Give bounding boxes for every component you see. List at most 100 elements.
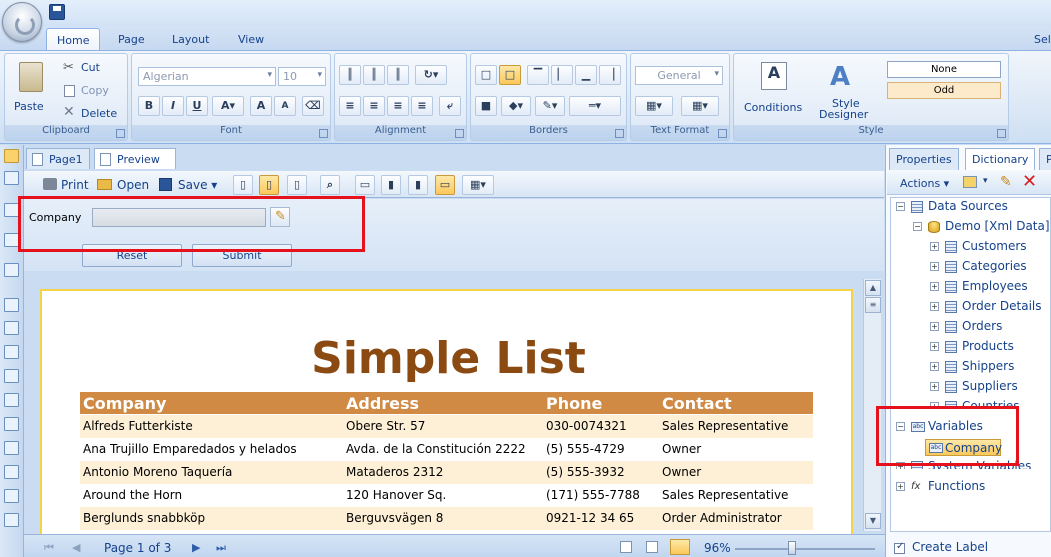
grow-font-button[interactable]: A — [250, 96, 272, 116]
font-size-select[interactable]: 10 — [278, 67, 326, 86]
tree-employees[interactable]: + Employees — [930, 279, 1048, 295]
shape-tool-icon[interactable] — [4, 393, 19, 407]
word-wrap-icon[interactable]: ⤶ — [439, 96, 461, 116]
last-page-icon[interactable]: ⏭ — [216, 541, 226, 555]
conditions-button[interactable]: Conditions — [744, 101, 802, 114]
single-page-icon[interactable]: ▯ — [233, 175, 253, 195]
format-select[interactable]: General — [635, 66, 723, 85]
underline-button[interactable]: U — [186, 96, 208, 116]
next-page-icon[interactable]: ▶ — [192, 541, 200, 554]
tab-page[interactable]: Page — [108, 28, 155, 50]
collapse-icon[interactable]: − — [896, 202, 905, 211]
hand-tool-icon[interactable] — [4, 171, 19, 185]
border-style-select[interactable]: ═▾ — [569, 96, 621, 116]
bold-button[interactable]: B — [138, 96, 160, 116]
two-page-view-icon[interactable] — [646, 541, 658, 553]
tree-data-sources[interactable]: − Data Sources — [896, 199, 1046, 215]
style-odd-item[interactable]: Odd — [887, 82, 1001, 99]
tree-customers[interactable]: + Customers — [930, 239, 1048, 255]
barcode2-icon[interactable]: ║ — [363, 65, 385, 85]
parameters-toggle-icon[interactable]: ▯ — [259, 175, 279, 195]
panel-tool-icon[interactable] — [4, 321, 19, 335]
style-designer-button-line2[interactable]: Designer — [819, 108, 868, 121]
expand-icon[interactable]: + — [930, 322, 939, 331]
alignment-launcher-icon[interactable] — [455, 129, 464, 138]
tree-suppliers[interactable]: + Suppliers — [930, 379, 1048, 395]
databand-tool-icon[interactable] — [4, 233, 19, 247]
one-page-view-icon[interactable] — [620, 541, 632, 553]
top-border-icon[interactable]: ▔ — [527, 65, 549, 85]
text-tool-icon[interactable] — [4, 345, 19, 359]
tree-products[interactable]: + Products — [930, 339, 1048, 355]
select-tool-icon[interactable] — [4, 149, 19, 163]
font-color-button[interactable]: A▾ — [212, 96, 244, 116]
new-item-dropdown-icon[interactable]: ▾ — [983, 176, 988, 186]
print-button[interactable]: Print — [61, 178, 89, 192]
richtext-tool-icon[interactable] — [4, 369, 19, 383]
italic-button[interactable]: I — [162, 96, 184, 116]
zoom-menu-icon[interactable]: ▦▾ — [462, 175, 494, 195]
edit-icon[interactable]: ✎ — [1000, 174, 1012, 190]
font-family-select[interactable]: Algerian — [138, 67, 276, 86]
border-color-icon[interactable]: ✎▾ — [535, 96, 565, 116]
tree-orders[interactable]: + Orders — [930, 319, 1048, 335]
align-right-icon[interactable]: ≡ — [387, 96, 409, 116]
create-label-checkbox[interactable]: ✓ — [894, 541, 905, 554]
continuous-icon[interactable]: ▭ — [435, 175, 455, 195]
page-view-icon[interactable]: ▭ — [355, 175, 375, 195]
expand-icon[interactable]: + — [930, 382, 939, 391]
tree-shippers[interactable]: + Shippers — [930, 359, 1048, 375]
scroll-down-icon[interactable]: ▼ — [865, 513, 881, 529]
tree-order-details[interactable]: + Order Details — [930, 299, 1048, 315]
tab-home[interactable]: Home — [46, 28, 101, 50]
band-tool-icon[interactable] — [4, 203, 19, 217]
tree-categories[interactable]: + Categories — [930, 259, 1048, 275]
paste-button[interactable]: Paste — [14, 100, 44, 113]
left-border-icon[interactable]: ▏ — [551, 65, 573, 85]
expand-icon[interactable]: + — [930, 262, 939, 271]
expand-icon[interactable]: + — [896, 482, 905, 491]
delete-button[interactable]: Delete — [81, 107, 117, 120]
barcode-icon[interactable]: ║ — [339, 65, 361, 85]
vertical-scrollbar[interactable]: ▲ ≡ ▼ — [863, 279, 881, 531]
tab-dictionary[interactable]: Dictionary — [965, 148, 1036, 170]
multi-page-icon[interactable]: ▮ — [408, 175, 428, 195]
justify-icon[interactable]: ≡ — [411, 96, 433, 116]
image-tool-icon[interactable] — [4, 513, 19, 527]
tab-layout[interactable]: Layout — [162, 28, 219, 50]
shadow-icon[interactable]: ■ — [475, 96, 497, 116]
right-border-icon[interactable]: ▕ — [599, 65, 621, 85]
expand-icon[interactable]: + — [930, 362, 939, 371]
style-launcher-icon[interactable] — [997, 129, 1006, 138]
expand-icon[interactable]: + — [930, 242, 939, 251]
select-command[interactable]: Sel — [1034, 33, 1051, 46]
format-currency-icon[interactable]: ▦▾ — [635, 96, 673, 116]
table-tool-icon[interactable] — [4, 441, 19, 455]
clipboard-launcher-icon[interactable] — [116, 129, 125, 138]
tab-view[interactable]: View — [228, 28, 274, 50]
style-none-item[interactable]: None — [887, 61, 1001, 78]
save-button[interactable]: Save ▾ — [178, 178, 217, 192]
expand-icon[interactable]: + — [930, 282, 939, 291]
collapse-icon[interactable]: − — [913, 222, 922, 231]
prev-page-icon[interactable]: ◀ — [72, 541, 80, 554]
label-tool-icon[interactable] — [4, 489, 19, 503]
delete-icon[interactable]: ✕ — [1022, 171, 1037, 192]
application-menu-button[interactable] — [2, 2, 42, 42]
find-icon[interactable]: ⌕ — [320, 175, 340, 195]
open-button[interactable]: Open — [117, 178, 149, 192]
tab-page1[interactable]: Page1 — [26, 148, 90, 169]
tree-functions[interactable]: + fx Functions — [896, 479, 1046, 495]
font-launcher-icon[interactable] — [319, 129, 328, 138]
first-page-icon[interactable]: ⏮ — [44, 541, 54, 555]
align-left-icon[interactable]: ≡ — [339, 96, 361, 116]
multi-page-view-icon[interactable] — [670, 539, 690, 555]
cut-button[interactable]: Cut — [81, 61, 100, 74]
two-page-icon[interactable]: ▮ — [381, 175, 401, 195]
copy-button[interactable]: Copy — [81, 84, 109, 97]
page-tool-icon[interactable] — [4, 298, 19, 312]
borders-launcher-icon[interactable] — [615, 129, 624, 138]
tree-demo[interactable]: − Demo [Xml Data] — [913, 219, 1050, 235]
quick-save-icon[interactable] — [49, 4, 65, 20]
all-borders-icon[interactable]: □ — [475, 65, 497, 85]
